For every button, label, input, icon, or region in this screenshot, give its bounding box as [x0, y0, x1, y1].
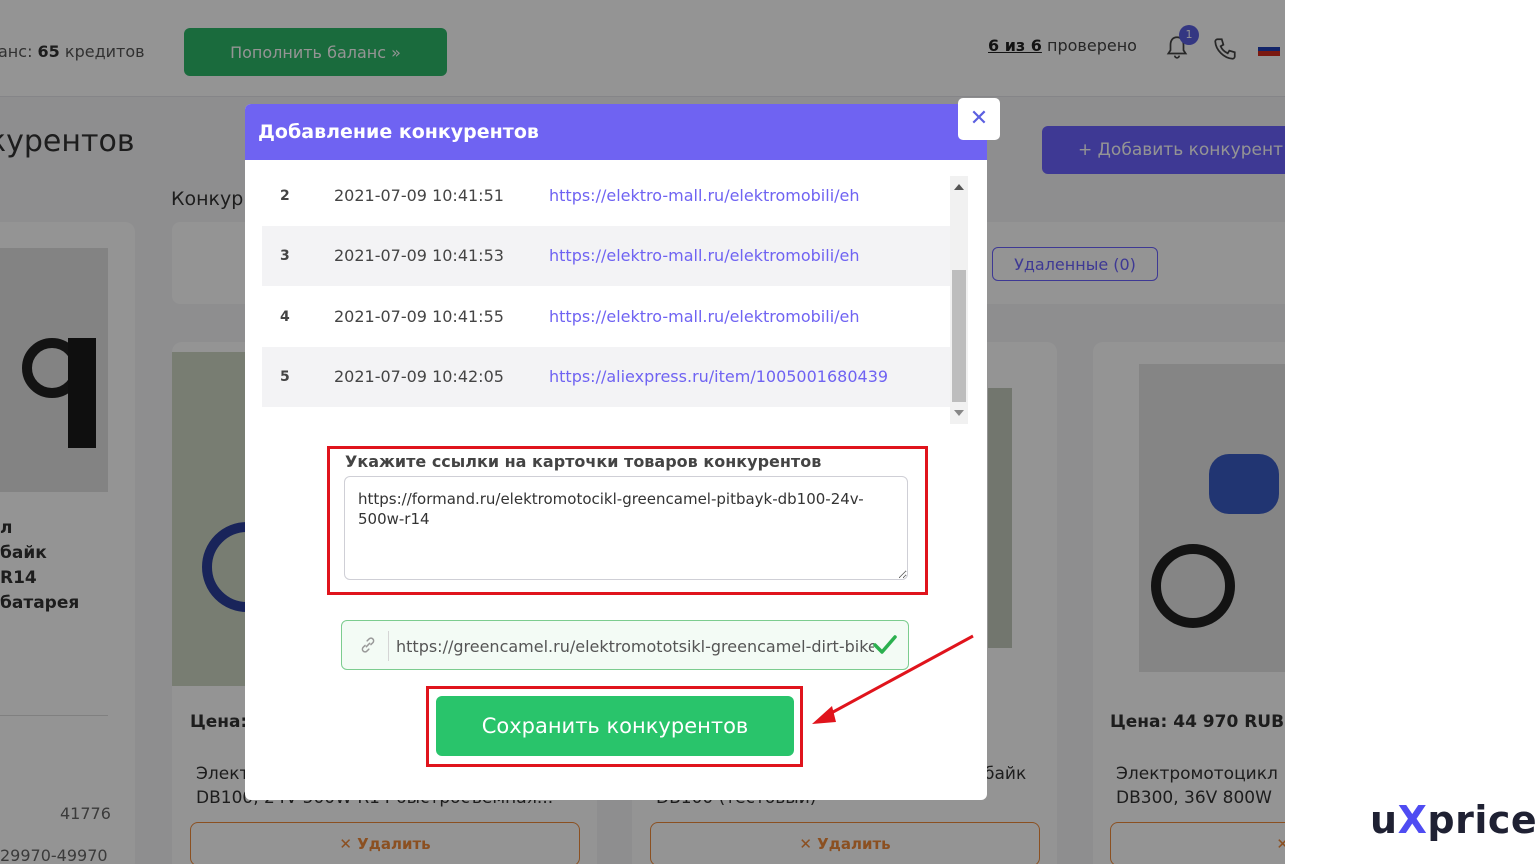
row-date: 2021-07-09 10:41:55 — [334, 307, 504, 326]
row-link[interactable]: https://aliexpress.ru/item/1005001680439 — [549, 347, 888, 407]
row-link[interactable]: https://elektro-mall.ru/elektromobili/eh — [549, 287, 860, 347]
row-date: 2021-07-09 10:42:05 — [334, 367, 504, 386]
list-item: 5 2021-07-09 10:42:05 https://aliexpress… — [262, 347, 950, 407]
row-link[interactable]: https://elektro-mall.ru/elektromobili/eh — [549, 226, 860, 286]
logo-suffix: price — [1427, 798, 1536, 842]
annotation-arrow-icon — [812, 634, 974, 724]
scroll-up-arrow-icon[interactable] — [954, 184, 964, 190]
textarea-highlight-frame — [327, 446, 928, 595]
row-date: 2021-07-09 10:41:53 — [334, 246, 504, 265]
row-number: 5 — [280, 369, 290, 385]
row-date: 2021-07-09 10:41:51 — [334, 186, 504, 205]
competitor-history-list: 2 2021-07-09 10:41:51 https://elektro-ma… — [262, 174, 950, 410]
scrollbar-thumb[interactable] — [952, 270, 966, 402]
list-item: 3 2021-07-09 10:41:53 https://elektro-ma… — [262, 226, 950, 286]
field-separator — [388, 631, 389, 661]
row-number: 3 — [280, 248, 290, 264]
modal-title: Добавление конкурентов — [245, 104, 987, 160]
list-scrollbar[interactable] — [950, 176, 968, 424]
row-number: 4 — [280, 309, 290, 325]
logo-x: X — [1397, 798, 1428, 842]
close-icon[interactable]: ✕ — [958, 98, 1000, 140]
list-item: 4 2021-07-09 10:41:55 https://elektro-ma… — [262, 287, 950, 347]
row-number: 2 — [280, 188, 290, 204]
uxprice-logo: uXprice — [1370, 798, 1536, 842]
list-item: 2 2021-07-09 10:41:51 https://elektro-ma… — [262, 174, 950, 226]
save-button-highlight-frame — [426, 686, 803, 767]
link-icon — [361, 637, 375, 653]
row-link[interactable]: https://elektro-mall.ru/elektromobili/eh — [549, 174, 860, 226]
logo-prefix: u — [1370, 798, 1398, 842]
scroll-down-arrow-icon[interactable] — [954, 410, 964, 416]
